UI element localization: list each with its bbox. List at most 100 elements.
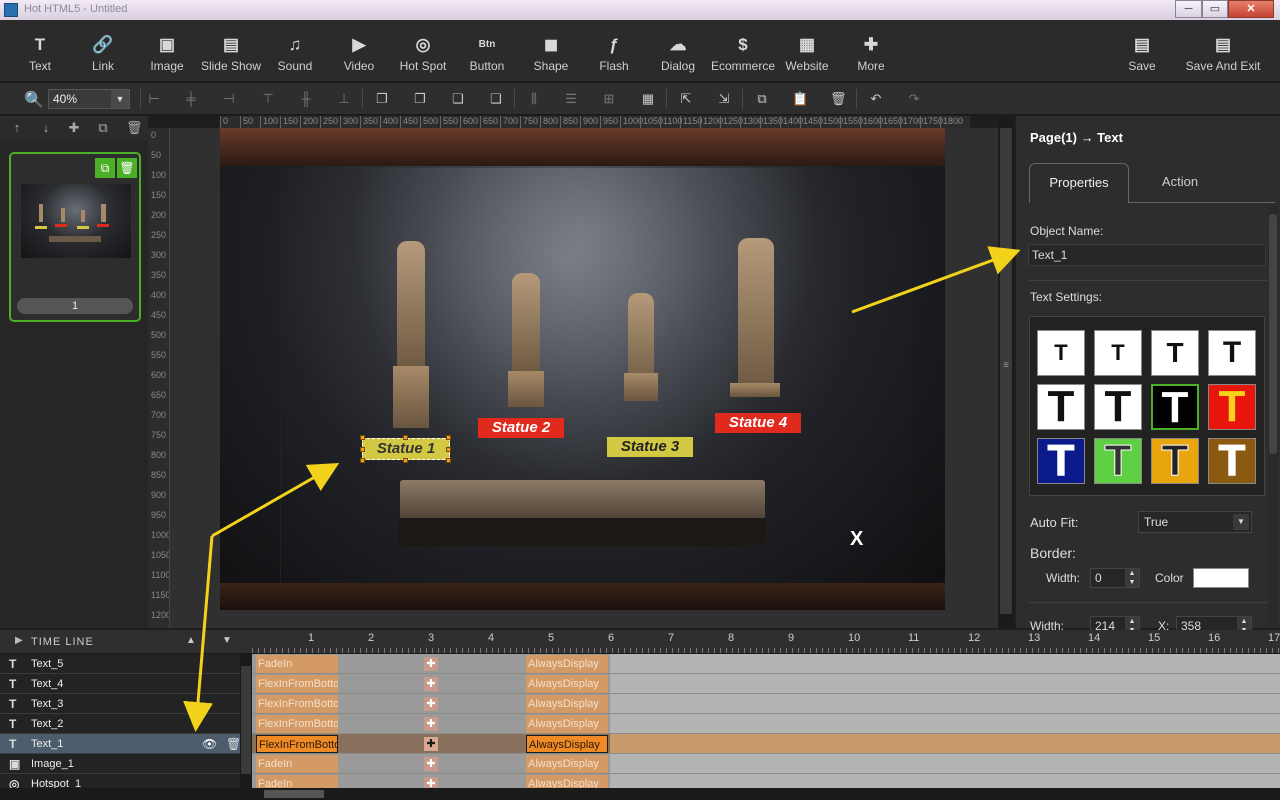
more-tool-button[interactable]: ✚ More [835, 34, 907, 73]
tab-properties[interactable]: Properties [1029, 163, 1129, 203]
resize-handle[interactable] [360, 435, 365, 440]
text-style-option[interactable]: T [1208, 384, 1256, 430]
same-size-icon[interactable]: ⊞ [601, 91, 617, 107]
minimize-button[interactable]: ─ [1175, 0, 1202, 18]
move-layer-up-icon[interactable]: ▲ [186, 635, 196, 646]
text-label-statue-4[interactable]: Statue 4 [715, 413, 801, 433]
dialog-tool-button[interactable]: ☁ Dialog [642, 34, 714, 73]
flash-tool-button[interactable]: ƒ Flash [578, 34, 650, 73]
align-middle-icon[interactable]: ╫ [298, 91, 314, 107]
undo-icon[interactable]: ↶ [868, 91, 884, 107]
timeline-track[interactable]: FadeIn ✚ AlwaysDisplay [252, 654, 1280, 674]
text-style-option[interactable]: T [1208, 438, 1256, 484]
border-width-stepper[interactable]: 0 ▲ ▼ [1090, 568, 1140, 588]
auto-fit-select[interactable]: True ▼ [1138, 511, 1252, 533]
distribute-v-icon[interactable]: ☰ [563, 91, 579, 107]
entrance-effect-block[interactable]: FadeIn [256, 655, 338, 673]
display-effect-block[interactable]: AlwaysDisplay [526, 715, 608, 733]
close-hotspot-mark[interactable]: X [850, 528, 863, 551]
layer-row[interactable]: T Text_5 [0, 654, 240, 674]
entrance-effect-block[interactable]: FlexInFromBottom [256, 715, 338, 733]
layer-row[interactable]: T Text_2 [0, 714, 240, 734]
layer-row[interactable]: T Text_4 [0, 674, 240, 694]
add-page-icon[interactable]: ✚ [67, 120, 81, 136]
eye-icon[interactable]: 👁 [202, 737, 217, 751]
text-style-option[interactable]: T [1151, 330, 1199, 376]
border-color-swatch[interactable] [1193, 568, 1249, 588]
timeline-track[interactable]: FadeIn ✚ AlwaysDisplay [252, 754, 1280, 774]
delete-page-icon[interactable]: 🗑 [126, 120, 143, 136]
import-icon[interactable]: ⇱ [678, 91, 694, 107]
move-layer-down-icon[interactable]: ▼ [222, 635, 232, 646]
link-tool-button[interactable]: 🔗 Link [67, 34, 139, 73]
display-effect-block[interactable]: AlwaysDisplay [526, 775, 608, 788]
video-tool-button[interactable]: ▶ Video [323, 34, 395, 73]
image-tool-button[interactable]: ▣ Image [131, 34, 203, 73]
text-style-option[interactable]: T [1208, 330, 1256, 376]
display-effect-block[interactable]: AlwaysDisplay [526, 675, 608, 693]
display-effect-block[interactable]: AlwaysDisplay [526, 735, 608, 753]
send-backward-icon[interactable]: ❏ [450, 91, 466, 107]
layer-row[interactable]: T Text_3 [0, 694, 240, 714]
export-icon[interactable]: ⇲ [716, 91, 732, 107]
bring-forward-icon[interactable]: ❐ [412, 91, 428, 107]
website-tool-button[interactable]: ▦ Website [771, 34, 843, 73]
page-thumbnail[interactable]: ⧉ 🗑 1 [9, 152, 141, 322]
text-label-statue-3[interactable]: Statue 3 [607, 437, 693, 457]
display-effect-block[interactable]: AlwaysDisplay [526, 755, 608, 773]
text-style-option[interactable]: T [1151, 384, 1199, 430]
sound-tool-button[interactable]: ♫ Sound [259, 34, 331, 73]
bring-front-icon[interactable]: ❐ [374, 91, 390, 107]
send-back-icon[interactable]: ❏ [488, 91, 504, 107]
grid-icon[interactable]: ▦ [640, 91, 656, 107]
resize-handle[interactable] [446, 458, 451, 463]
resize-handle[interactable] [446, 435, 451, 440]
text-style-option[interactable]: T [1037, 438, 1085, 484]
add-effect-icon[interactable]: ✚ [424, 717, 438, 731]
entrance-effect-block[interactable]: FlexInFromBottom [256, 735, 338, 753]
entrance-effect-block[interactable]: FlexInFromBottom [256, 695, 338, 713]
zoom-select[interactable]: 40% ▼ [48, 89, 130, 109]
align-right-icon[interactable]: ⊣ [221, 91, 237, 107]
text-style-option[interactable]: T [1094, 384, 1142, 430]
close-button[interactable]: ✕ [1228, 0, 1274, 18]
object-name-input[interactable]: Text_1 [1028, 244, 1266, 266]
resize-handle[interactable] [360, 458, 365, 463]
distribute-h-icon[interactable]: ⫼ [526, 91, 542, 107]
add-effect-icon[interactable]: ✚ [424, 677, 438, 691]
text-label-statue-1[interactable]: Statue 1 [362, 438, 450, 460]
add-effect-icon[interactable]: ✚ [424, 737, 438, 751]
canvas-vertical-scrollbar[interactable]: ≡ [998, 116, 1014, 628]
display-effect-block[interactable]: AlwaysDisplay [526, 695, 608, 713]
entrance-effect-block[interactable]: FadeIn [256, 755, 338, 773]
redo-icon[interactable]: ↷ [906, 91, 922, 107]
maximize-button[interactable]: ▭ [1202, 0, 1228, 18]
add-effect-icon[interactable]: ✚ [424, 657, 438, 671]
entrance-effect-block[interactable]: FlexInFromBottom [256, 675, 338, 693]
scrollbar-thumb[interactable] [1269, 214, 1277, 454]
resize-handle[interactable] [403, 458, 408, 463]
delete-icon[interactable]: 🗑 [830, 91, 847, 107]
copy-icon[interactable]: ⧉ [95, 158, 115, 178]
ecommerce-tool-button[interactable]: $ Ecommerce [707, 34, 779, 73]
paste-icon[interactable]: 📋 [792, 91, 808, 107]
tab-action[interactable]: Action [1130, 163, 1230, 203]
align-left-icon[interactable]: ⊢ [146, 91, 162, 107]
trash-icon[interactable]: 🗑 [117, 158, 137, 178]
trash-icon[interactable]: 🗑 [226, 737, 240, 751]
add-effect-icon[interactable]: ✚ [424, 757, 438, 771]
shape-tool-button[interactable]: ◼ Shape [515, 34, 587, 73]
text-tool-button[interactable]: T Text [4, 34, 76, 73]
text-style-option[interactable]: T [1037, 384, 1085, 430]
copy-icon[interactable]: ⧉ [754, 91, 770, 107]
slideshow-tool-button[interactable]: ▤ Slide Show [195, 34, 267, 73]
museum-background-image[interactable]: Statue 1 Statue 2 Statue 3 Statue 4 X [220, 128, 945, 610]
scrollbar-thumb[interactable] [241, 666, 251, 774]
save-and-exit-button[interactable]: ▤ Save And Exit [1180, 34, 1266, 73]
move-down-icon[interactable]: ↓ [39, 120, 53, 135]
layer-row[interactable]: ▣ Image_1 [0, 754, 240, 774]
properties-scrollbar[interactable] [1268, 204, 1278, 628]
resize-handle[interactable] [403, 435, 408, 440]
timeline-track[interactable]: FlexInFromBottom ✚ AlwaysDisplay [252, 694, 1280, 714]
layer-row[interactable]: T Text_1 👁 🗑 [0, 734, 240, 754]
